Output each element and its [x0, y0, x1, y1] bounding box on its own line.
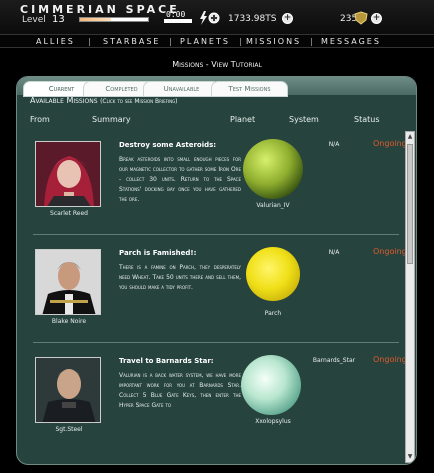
scroll-thumb[interactable]: [407, 144, 413, 264]
mission-row[interactable]: Blake Noire Parch is Famished!: There is…: [21, 239, 405, 343]
nav-separator: [89, 38, 90, 46]
xp-progress-fill: [80, 18, 111, 21]
available-missions-header[interactable]: Available Missions (Click to see Mission…: [30, 96, 178, 105]
page-title: Missions - View Tutorial: [0, 60, 434, 69]
planet-name: Parch: [264, 310, 282, 317]
nav-starbase[interactable]: STARBASE: [103, 37, 160, 46]
sender-portrait: [35, 141, 101, 207]
tab-test-missions[interactable]: Test Missions: [211, 81, 288, 97]
nav-separator: [240, 38, 241, 46]
sender-name: Sgt.Steel: [55, 426, 83, 433]
energy-icon[interactable]: [198, 11, 220, 25]
add-points-plus-icon[interactable]: +: [371, 13, 382, 24]
nav-allies[interactable]: ALLIES: [36, 37, 75, 46]
shield-icon: [354, 11, 368, 25]
nav-planets[interactable]: PLANETS: [180, 37, 230, 46]
mission-row[interactable]: Sgt.Steel Travel to Barnards Star: Valur…: [21, 347, 405, 451]
available-missions-label: Available Missions: [30, 96, 98, 105]
timer: 0:00: [166, 10, 186, 19]
scroll-up-arrow-icon[interactable]: ▲: [406, 132, 414, 142]
nav-separator: [170, 38, 171, 46]
mission-list-scrollbar[interactable]: ▲ ▼: [405, 131, 415, 463]
nav-messages[interactable]: MESSAGES: [321, 37, 381, 46]
column-system: System: [289, 115, 319, 124]
view-tutorial-link[interactable]: View Tutorial: [211, 60, 262, 69]
mission-description: There is a famine on Parch, they despera…: [119, 264, 241, 291]
column-planet: Planet: [230, 115, 256, 124]
planet-image: [241, 355, 301, 415]
sender-portrait: [35, 357, 101, 423]
sender-name: Blake Noire: [51, 318, 87, 325]
mission-title[interactable]: Parch is Famished!:: [119, 249, 196, 257]
status-badge: Ongoing: [373, 355, 405, 364]
add-credits-plus-icon[interactable]: +: [282, 13, 293, 24]
mission-tabs: Current Completed Unavailable Test Missi…: [17, 77, 416, 97]
status-badge: Ongoing: [373, 247, 405, 256]
planet-image: [246, 247, 300, 301]
sender-name: Scarlet Reed: [50, 210, 88, 217]
sender-portrait: [35, 249, 101, 315]
column-from: From: [30, 115, 50, 124]
system-name: Barnards_Star: [312, 357, 356, 364]
nav-missions[interactable]: MISSIONS: [246, 37, 301, 46]
system-name: N/A: [328, 141, 340, 148]
mission-row[interactable]: Scarlet Reed Destroy some Asteroids: Bre…: [21, 131, 405, 235]
xp-progress-bar: [79, 17, 149, 22]
timer-bar: [164, 19, 192, 23]
main-nav: ALLIES STARBASE PLANETS MISSIONS MESSAGE…: [0, 34, 434, 48]
mission-description: Break asteroids into small enough pieces…: [119, 156, 241, 203]
status-badge: Ongoing: [373, 139, 405, 148]
row-divider: [33, 342, 399, 343]
mission-title[interactable]: Travel to Barnards Star:: [119, 357, 214, 365]
system-name: N/A: [328, 249, 340, 256]
available-missions-hint: (Click to see Mission Briefing): [100, 98, 178, 105]
missions-panel: Current Completed Unavailable Test Missi…: [16, 76, 417, 465]
mission-title[interactable]: Destroy some Asteroids:: [119, 141, 216, 149]
planet-name: Xxolopsylus: [255, 418, 291, 425]
planet-name: Valurian_IV: [256, 202, 290, 209]
row-divider: [33, 234, 399, 235]
column-headers: From Summary Planet System Status: [17, 115, 416, 129]
mission-description: Valurian is a back water system, we have…: [119, 372, 241, 409]
level-value: 13: [52, 14, 65, 25]
page-title-text: Missions: [172, 60, 204, 69]
level-label: Level: [22, 15, 46, 25]
nav-separator: [311, 38, 312, 46]
column-summary: Summary: [92, 115, 131, 124]
scroll-down-arrow-icon[interactable]: ▼: [406, 452, 414, 462]
tab-unavailable[interactable]: Unavailable: [143, 81, 220, 97]
credits-balance: 1733.98TS: [228, 14, 277, 24]
mission-list: Scarlet Reed Destroy some Asteroids: Bre…: [21, 131, 405, 463]
column-status: Status: [354, 115, 380, 124]
planet-image: [243, 139, 303, 199]
